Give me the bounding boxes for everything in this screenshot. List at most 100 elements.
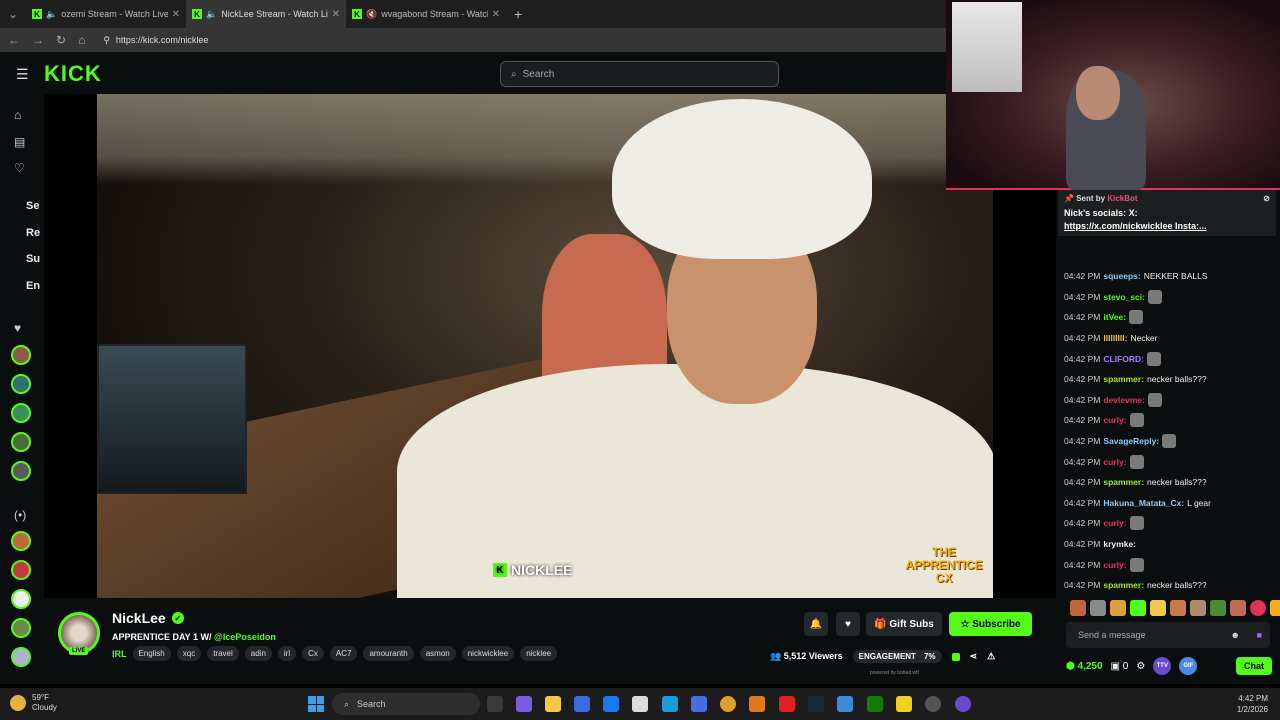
notification-bell-button[interactable]: 🔔	[804, 612, 828, 636]
stream-tag[interactable]: nicklee	[520, 646, 558, 661]
extension-badge[interactable]: GIF	[1179, 657, 1198, 675]
calculator-icon[interactable]	[691, 696, 707, 712]
app-icon[interactable]	[837, 696, 853, 712]
share-icon[interactable]: ⋖	[970, 651, 978, 662]
chat-username[interactable]: krymke:	[1103, 539, 1136, 549]
stream-tag[interactable]: adin	[244, 646, 272, 661]
title-mention-link[interactable]: @IcePoseidon	[214, 632, 276, 642]
speaker-muted-icon[interactable]: 🔇	[366, 9, 377, 20]
stream-tag[interactable]: travel	[207, 646, 239, 661]
chat-username[interactable]: spammer:	[1103, 580, 1144, 590]
chat-username[interactable]: itVee:	[1103, 312, 1126, 322]
forward-arrow-icon[interactable]: →	[32, 33, 44, 47]
steam-icon[interactable]	[808, 696, 824, 712]
system-clock[interactable]: 4:42 PM 1/2/2026	[1237, 693, 1268, 715]
chat-username[interactable]: curly:	[1103, 518, 1126, 528]
video-frame[interactable]: K NICKLEE THE APPRENTICE CX	[97, 94, 993, 598]
stream-tag[interactable]: AC7	[329, 646, 358, 661]
stream-tag[interactable]: asmon	[419, 646, 456, 661]
chat-username[interactable]: curly:	[1103, 415, 1126, 425]
stream-tag[interactable]: amouranth	[363, 646, 414, 661]
browser-tab-ozemi[interactable]: K 🔈 ozemi Stream - Watch Live on Kick ✕	[26, 0, 186, 28]
drops-indicator[interactable]: ▣ 0	[1111, 661, 1129, 672]
task-view-icon[interactable]	[487, 696, 503, 712]
vlc-icon[interactable]	[749, 696, 765, 712]
gift-subs-button[interactable]: 🎁 Gift Subs	[866, 612, 942, 636]
followed-channel-avatar[interactable]	[11, 403, 31, 423]
emote-button[interactable]	[1070, 600, 1086, 616]
chat-username[interactable]: CLIFORD:	[1103, 354, 1144, 364]
emote-button[interactable]	[1250, 600, 1266, 616]
sidebar-item-section[interactable]: Re	[26, 227, 40, 239]
reload-icon[interactable]: ↻	[56, 33, 66, 47]
home-icon[interactable]: ⌂	[14, 108, 21, 122]
emote-button[interactable]	[1270, 600, 1280, 616]
edge-icon[interactable]	[662, 696, 678, 712]
report-flag-icon[interactable]: ⚠	[987, 651, 995, 662]
back-arrow-icon[interactable]: ←	[8, 33, 20, 47]
emote-button[interactable]	[1130, 600, 1146, 616]
emote-button[interactable]	[1210, 600, 1226, 616]
tab-list-chevron-icon[interactable]: ⌄	[0, 7, 26, 21]
kick-logo[interactable]: KICK	[44, 61, 102, 87]
followed-channel-avatar[interactable]	[11, 345, 31, 365]
emote-button[interactable]	[1110, 600, 1126, 616]
subscribe-button[interactable]: ☆ Subscribe	[949, 612, 1032, 636]
channel-name[interactable]: NickLee	[112, 610, 166, 626]
category-link[interactable]: IRL	[112, 649, 127, 659]
chat-username[interactable]: devlevme:	[1103, 395, 1145, 405]
emote-button[interactable]	[1170, 600, 1186, 616]
speaker-icon[interactable]: 🔈	[206, 9, 217, 20]
pinned-link[interactable]: https://x.com/nickwicklee Insta:...	[1064, 220, 1270, 233]
chat-settings-gear-icon[interactable]: ⚙	[1136, 661, 1145, 672]
chat-username[interactable]: squeeps:	[1103, 271, 1140, 281]
chat-username[interactable]: Hakuna_Matata_Cx:	[1103, 498, 1184, 508]
recommended-channel-avatar[interactable]	[11, 618, 31, 638]
recommended-channel-avatar[interactable]	[11, 589, 31, 609]
emoji-picker-icon[interactable]: ☻	[1231, 630, 1240, 640]
followed-channel-avatar[interactable]	[11, 374, 31, 394]
app-icon[interactable]	[896, 696, 912, 712]
sidebar-item-section[interactable]: Se	[26, 200, 39, 212]
speaker-icon[interactable]: 🔈	[46, 9, 57, 20]
chrome-icon[interactable]	[720, 696, 736, 712]
close-tab-icon[interactable]: ✕	[332, 9, 340, 20]
channel-points[interactable]: ⬢ 4,250	[1066, 661, 1103, 672]
stream-tag[interactable]: xqc	[176, 646, 202, 661]
follow-heart-button[interactable]: ♥	[836, 612, 860, 636]
facebook-icon[interactable]	[603, 696, 619, 712]
recommended-channel-avatar[interactable]	[11, 531, 31, 551]
home-icon[interactable]: ⌂	[78, 33, 85, 47]
chat-username[interactable]: curly:	[1103, 457, 1126, 467]
app-icon[interactable]	[955, 696, 971, 712]
chat-message-input[interactable]: Send a message ☻ ■	[1066, 622, 1270, 648]
emote-button[interactable]	[1190, 600, 1206, 616]
stream-tag[interactable]: irl	[277, 646, 297, 661]
url-field[interactable]: ⚲ https://kick.com/nicklee	[97, 31, 958, 49]
kick-emote-icon[interactable]: ■	[1257, 630, 1262, 640]
pinned-sender-name[interactable]: KickBot	[1107, 194, 1137, 203]
amazon-icon[interactable]	[632, 696, 648, 712]
chat-username[interactable]: SavageReply:	[1103, 436, 1159, 446]
search-input[interactable]: ⌕ Search	[500, 61, 779, 87]
browser-tab-nicklee[interactable]: K 🔈 NickLee Stream - Watch Live on Kick …	[186, 0, 346, 28]
emote-button[interactable]	[1150, 600, 1166, 616]
new-tab-button[interactable]: +	[506, 6, 522, 22]
browser-tab-wvagabond[interactable]: K 🔇 wvagabond Stream - Watch Live on Kic…	[346, 0, 506, 28]
unpin-icon[interactable]: ⊘	[1263, 194, 1270, 203]
close-tab-icon[interactable]: ✕	[172, 9, 180, 20]
xbox-icon[interactable]	[867, 696, 883, 712]
stream-tag[interactable]: Cx	[302, 646, 324, 661]
site-info-icon[interactable]: ⚲	[103, 35, 110, 46]
file-explorer-icon[interactable]	[545, 696, 561, 712]
following-heart-icon[interactable]: ♡	[14, 161, 25, 175]
obs-icon[interactable]	[925, 696, 941, 712]
emote-button[interactable]	[1090, 600, 1106, 616]
followed-channel-avatar[interactable]	[11, 461, 31, 481]
chat-username[interactable]: stevo_sci:	[1103, 292, 1145, 302]
browse-icon[interactable]: ▤	[14, 135, 25, 149]
sidebar-item-section[interactable]: Su	[26, 253, 40, 265]
emote-button[interactable]	[1230, 600, 1246, 616]
extension-badge[interactable]: TTV	[1153, 657, 1172, 675]
sidebar-item-section[interactable]: En	[26, 280, 40, 292]
